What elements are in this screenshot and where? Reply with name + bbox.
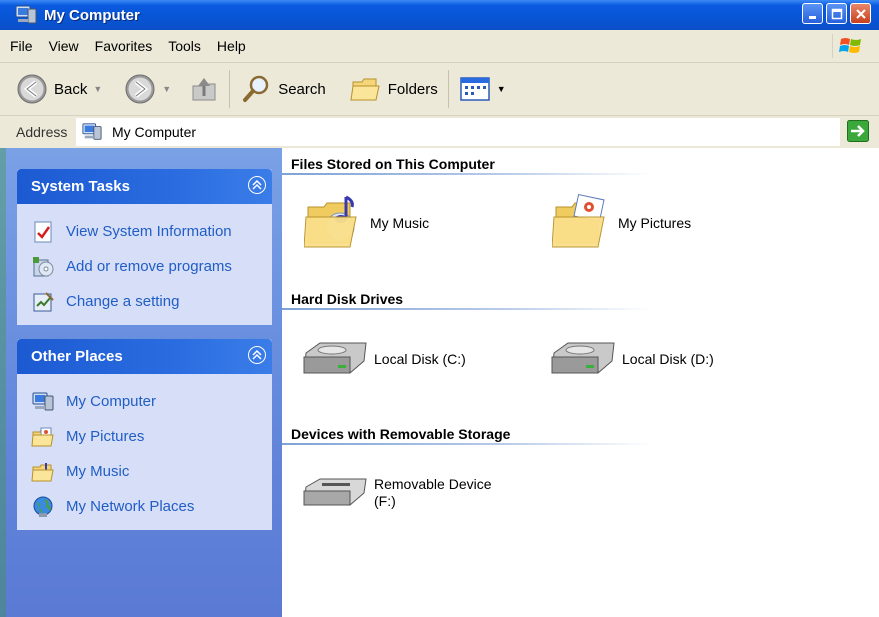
windows-logo — [832, 34, 869, 58]
folders-icon — [350, 78, 380, 101]
item-local-disk-c[interactable]: Local Disk (C:) — [302, 339, 466, 379]
item-label: Removable Device (F:) — [374, 476, 492, 510]
my-pictures-folder-icon — [31, 427, 54, 446]
address-label: Address — [16, 124, 68, 140]
title-bar: My Computer — [0, 0, 879, 30]
place-my-computer[interactable]: My Computer — [17, 384, 272, 419]
control-panel-icon — [33, 291, 54, 311]
menu-tools[interactable]: Tools — [168, 38, 211, 54]
views-button[interactable]: ▼ — [455, 69, 510, 109]
address-bar: Address My Computer — [0, 116, 879, 148]
my-computer-icon — [32, 392, 54, 410]
maximize-icon — [831, 8, 842, 19]
system-tasks-title: System Tasks — [31, 178, 130, 195]
item-my-music[interactable]: My Music — [304, 193, 429, 253]
minimize-button[interactable] — [802, 3, 823, 24]
views-icon — [460, 77, 490, 101]
item-label: Local Disk (D:) — [622, 350, 714, 367]
folders-label: Folders — [387, 80, 438, 98]
place-label: My Computer — [66, 393, 157, 410]
close-icon — [855, 8, 866, 19]
toolbar-separator — [229, 70, 231, 108]
place-my-network-places[interactable]: My Network Places — [17, 489, 272, 524]
item-removable-device-f[interactable]: Removable Device (F:) — [302, 473, 492, 513]
forward-arrow-icon — [125, 74, 155, 104]
toolbar: Back ▼ ▼ Search Folders ▼ — [0, 63, 879, 116]
address-field[interactable]: My Computer — [76, 118, 840, 146]
music-folder-icon — [304, 195, 357, 248]
item-label: Local Disk (C:) — [374, 350, 466, 367]
toolbar-separator — [447, 70, 449, 108]
task-label: Add or remove programs — [66, 258, 232, 275]
system-tasks-panel: System Tasks View System Information Add… — [17, 169, 272, 325]
hard-disk-icon — [551, 342, 615, 374]
my-computer-icon — [82, 123, 102, 140]
window-title: My Computer — [44, 6, 140, 24]
up-folder-button[interactable] — [185, 69, 223, 109]
system-information-icon — [34, 221, 52, 242]
back-label: Back — [54, 80, 88, 98]
search-icon — [243, 75, 269, 102]
go-arrow-icon[interactable] — [847, 120, 869, 142]
group-divider — [282, 173, 652, 175]
collapse-chevron-icon[interactable] — [248, 176, 266, 194]
task-pane: System Tasks View System Information Add… — [0, 148, 282, 617]
address-value: My Computer — [112, 124, 197, 140]
menu-favorites[interactable]: Favorites — [95, 38, 163, 54]
system-tasks-header[interactable]: System Tasks — [17, 169, 272, 204]
menu-view[interactable]: View — [49, 38, 89, 54]
network-places-icon — [33, 496, 53, 517]
maximize-button[interactable] — [826, 3, 847, 24]
menu-help[interactable]: Help — [217, 38, 256, 54]
windows-flag-icon — [839, 38, 861, 53]
back-arrow-icon — [17, 74, 47, 104]
item-label: My Music — [370, 214, 430, 231]
task-label: Change a setting — [66, 293, 180, 310]
add-remove-programs-icon — [33, 256, 54, 276]
place-label: My Pictures — [66, 428, 145, 445]
task-view-system-information[interactable]: View System Information — [17, 214, 272, 249]
group-title-hard-disks: Hard Disk Drives — [291, 291, 404, 307]
back-button[interactable]: Back ▼ — [12, 69, 106, 109]
other-places-panel: Other Places My Computer My Pictures My … — [17, 339, 272, 530]
minimize-icon — [808, 15, 816, 19]
place-label: My Network Places — [66, 498, 195, 515]
search-label: Search — [278, 80, 326, 98]
item-label-line1: Removable Device — [374, 476, 492, 492]
group-title-removable: Devices with Removable Storage — [291, 426, 511, 442]
up-folder-icon — [192, 78, 216, 101]
folders-button[interactable]: Folders — [346, 69, 442, 109]
hard-disk-icon — [303, 342, 367, 374]
pictures-folder-icon — [552, 193, 605, 248]
back-dropdown-icon[interactable]: ▼ — [93, 84, 102, 94]
menu-file[interactable]: File — [10, 38, 43, 54]
group-divider — [282, 443, 652, 445]
my-computer-icon — [15, 5, 37, 24]
other-places-header[interactable]: Other Places — [17, 339, 272, 374]
collapse-chevron-icon[interactable] — [248, 346, 266, 364]
close-button[interactable] — [850, 3, 871, 24]
views-dropdown-icon[interactable]: ▼ — [497, 84, 506, 94]
item-label-line2: (F:) — [374, 493, 396, 509]
task-change-a-setting[interactable]: Change a setting — [17, 284, 272, 319]
removable-drive-icon — [303, 478, 367, 506]
item-local-disk-d[interactable]: Local Disk (D:) — [550, 339, 714, 379]
forward-button[interactable]: ▼ — [120, 69, 175, 109]
task-add-remove-programs[interactable]: Add or remove programs — [17, 249, 272, 284]
search-button[interactable]: Search — [236, 69, 330, 109]
menu-bar: File View Favorites Tools Help — [0, 30, 879, 63]
group-title-files: Files Stored on This Computer — [291, 156, 495, 172]
place-label: My Music — [66, 463, 130, 480]
item-my-pictures[interactable]: My Pictures — [552, 193, 691, 253]
task-label: View System Information — [66, 223, 232, 240]
item-label: My Pictures — [618, 214, 692, 231]
my-music-folder-icon — [31, 462, 54, 481]
desktop-edge — [0, 148, 6, 617]
group-divider — [282, 308, 652, 310]
other-places-title: Other Places — [31, 348, 123, 365]
content-pane: Files Stored on This Computer My Music M… — [282, 148, 879, 617]
forward-dropdown-icon[interactable]: ▼ — [162, 84, 171, 94]
place-my-music[interactable]: My Music — [17, 454, 272, 489]
place-my-pictures[interactable]: My Pictures — [17, 419, 272, 454]
